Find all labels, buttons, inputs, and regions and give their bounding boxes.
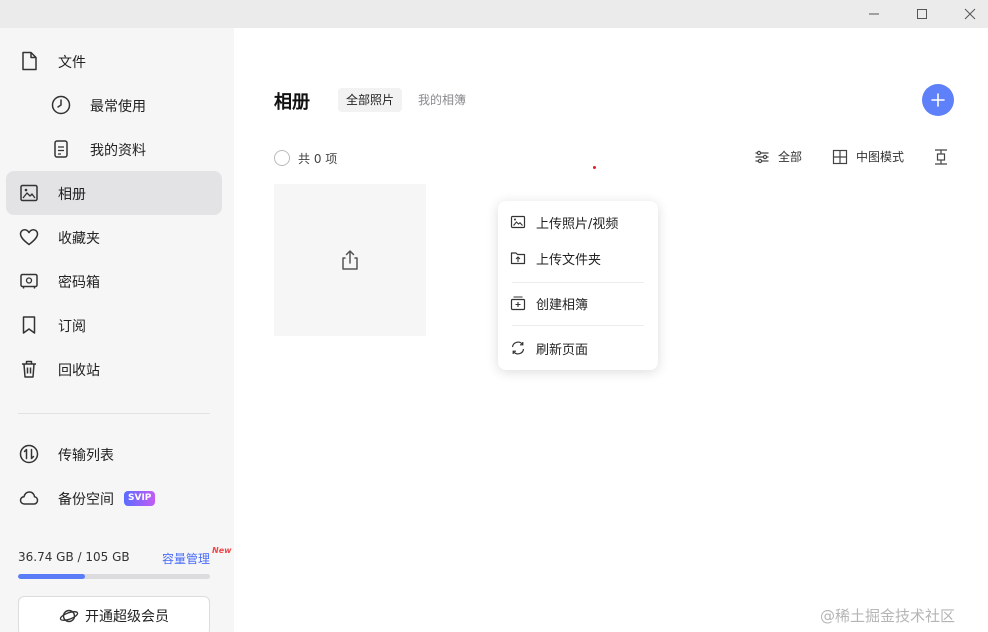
item-count: 共 0 项 (298, 152, 338, 166)
sidebar-item-my-docs[interactable]: 我的资料 (6, 127, 222, 171)
sidebar-item-label: 传输列表 (58, 448, 114, 464)
upload-icon (342, 250, 358, 270)
upload-tile[interactable] (274, 184, 426, 336)
sidebar-item-label: 相册 (58, 187, 86, 203)
tab-my-albums[interactable]: 我的相簿 (410, 88, 474, 112)
close-icon (964, 8, 976, 20)
clock-icon (51, 95, 71, 115)
sidebar-item-favorites[interactable]: 收藏夹 (6, 215, 222, 259)
storage-progress-fill (18, 574, 86, 579)
sidebar-item-backup[interactable]: 备份空间 (6, 476, 222, 520)
transfer-icon (19, 444, 39, 464)
view-mode-label: 中图模式 (856, 150, 905, 164)
watermark: @稀土掘金技术社区 (820, 607, 956, 625)
vip-upgrade-label: 开通超级会员 (85, 609, 169, 625)
safe-icon (20, 273, 38, 289)
menu-item-upload-photos[interactable]: 上传照片/视频 (498, 206, 658, 238)
add-context-menu: 上传照片/视频 上传文件夹 创建相簿 刷新页面 (498, 201, 658, 370)
select-all-checkbox[interactable] (274, 150, 290, 166)
minimize-icon (869, 13, 879, 15)
sidebar-item-label: 我的资料 (90, 143, 146, 159)
sidebar-item-subscriptions[interactable]: 订阅 (6, 303, 222, 347)
view-mode-button[interactable]: 中图模式 (832, 148, 904, 165)
heart-icon (19, 229, 39, 246)
size-adjust-button[interactable] (932, 148, 950, 170)
adjust-size-icon (935, 149, 947, 165)
bookmark-icon (22, 316, 36, 334)
close-button[interactable] (947, 0, 988, 28)
document-icon (54, 140, 68, 158)
sidebar-divider (18, 413, 210, 414)
planet-icon (59, 609, 79, 623)
menu-item-label: 上传照片/视频 (536, 217, 619, 232)
sidebar-item-label: 订阅 (58, 319, 86, 335)
sidebar-item-label: 收藏夹 (58, 231, 100, 247)
minimize-button[interactable] (851, 0, 897, 28)
tab-all-photos[interactable]: 全部照片 (338, 88, 403, 112)
menu-item-refresh[interactable]: 刷新页面 (498, 332, 658, 364)
storage-usage-text: 36.74 GB / 105 GB (18, 550, 130, 564)
maximize-button[interactable] (899, 0, 945, 28)
sidebar-item-transfers[interactable]: 传输列表 (6, 432, 222, 476)
sidebar-item-recent[interactable]: 最常使用 (6, 83, 222, 127)
cursor-dot (593, 166, 596, 169)
sidebar: 文件 最常使用 我的资料 相册 收藏夹 密码箱 订阅 回收站 传输列表 备份空间… (0, 28, 234, 632)
title-bar (0, 0, 988, 28)
cloud-icon (19, 491, 39, 505)
album-add-icon (510, 296, 526, 311)
svip-badge: SVIP (124, 491, 156, 506)
sidebar-item-trash[interactable]: 回收站 (6, 347, 222, 391)
filter-button[interactable]: 全部 (754, 148, 802, 165)
menu-item-create-album[interactable]: 创建相簿 (498, 287, 658, 319)
grid-icon (832, 149, 848, 164)
sidebar-item-label: 密码箱 (58, 275, 100, 291)
menu-item-label: 刷新页面 (536, 343, 589, 358)
refresh-icon (511, 341, 525, 355)
page-title: 相册 (274, 92, 310, 113)
storage-progress-bar (18, 574, 210, 579)
menu-item-label: 上传文件夹 (536, 253, 602, 268)
sidebar-item-label: 文件 (58, 55, 86, 71)
menu-item-upload-folder[interactable]: 上传文件夹 (498, 242, 658, 274)
vip-upgrade-button[interactable]: 开通超级会员 (18, 596, 210, 632)
storage-manage-link[interactable]: 容量管理 (162, 550, 210, 567)
sidebar-item-files[interactable]: 文件 (6, 39, 222, 83)
trash-icon (22, 360, 36, 378)
photo-upload-icon (510, 215, 526, 229)
folder-upload-icon (510, 252, 526, 265)
menu-separator (512, 282, 644, 283)
new-badge: New (212, 546, 232, 555)
menu-item-label: 创建相簿 (536, 298, 589, 313)
filter-icon (755, 150, 769, 163)
add-button[interactable] (922, 84, 954, 116)
sidebar-item-label: 备份空间 (58, 492, 114, 508)
filter-label: 全部 (778, 150, 803, 164)
sidebar-item-label: 回收站 (58, 363, 100, 379)
sidebar-item-album[interactable]: 相册 (6, 171, 222, 215)
sidebar-item-safe[interactable]: 密码箱 (6, 259, 222, 303)
photo-icon (20, 184, 38, 202)
sidebar-item-label: 最常使用 (90, 99, 146, 115)
menu-separator (512, 325, 644, 326)
maximize-icon (917, 9, 927, 19)
plus-icon (931, 93, 945, 107)
file-icon (22, 51, 37, 71)
